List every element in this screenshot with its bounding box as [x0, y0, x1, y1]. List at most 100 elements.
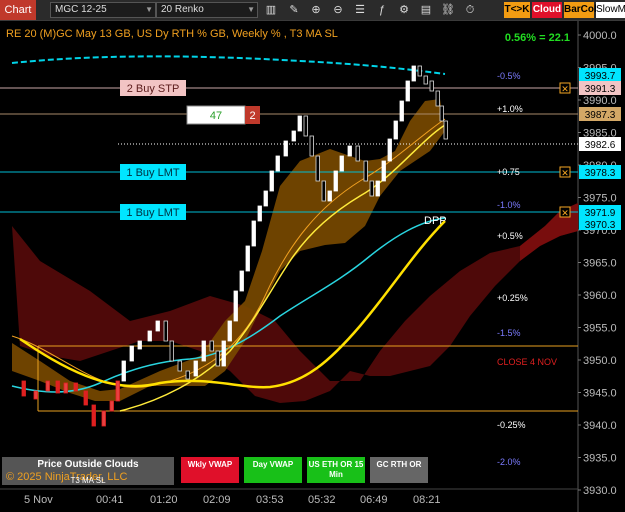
instrument-selector[interactable]: MGC 12-25 ▼ — [50, 2, 156, 18]
strategies-icon[interactable]: ⚙ — [397, 3, 411, 17]
renko-brick — [423, 75, 428, 85]
renko-brick — [239, 270, 244, 292]
last-price-badge: 3982.6 — [579, 137, 621, 151]
weekly-vwap-button[interactable]: Wkly VWAP — [181, 457, 239, 483]
buy-lmt-price-badge-1: 3978.3 — [579, 165, 621, 179]
renko-brick — [257, 205, 262, 222]
price-chart[interactable]: 2 Buy STP 1 Buy LMT 1 Buy LMT 47 2 ✕ ✕ ✕… — [0, 21, 625, 512]
cancel-order-icon[interactable]: ✕ — [559, 166, 571, 178]
dpp-label: DPP — [424, 215, 447, 227]
us-eth-or-button[interactable]: US ETH OR 15 Min — [307, 457, 365, 483]
bar-type-icon[interactable]: ▥ — [264, 3, 278, 17]
buy-lmt-order-label-2[interactable]: 1 Buy LMT — [120, 204, 186, 220]
level-pct-label: -0.25% — [497, 420, 526, 430]
level-pct-label: +0.25% — [497, 293, 528, 303]
renko-brick — [435, 90, 440, 107]
renko-brick — [163, 320, 168, 342]
templates-icon[interactable]: ▤ — [419, 3, 433, 17]
gc-rth-or-button[interactable]: GC RTH OR — [370, 457, 428, 483]
renko-brick — [221, 340, 226, 367]
renko-brick — [147, 330, 152, 342]
slowm-toggle-button[interactable]: SlowM — [596, 2, 625, 18]
level-pct-label: +0.5% — [497, 231, 523, 241]
price-axis-label: 3990.0 — [583, 95, 617, 107]
copyright-text: © 2025 NinjaTrader, LLC — [6, 471, 127, 483]
renko-brick — [209, 340, 214, 352]
cancel-order-icon[interactable]: ✕ — [559, 206, 571, 218]
price-axis-label: 3965.0 — [583, 258, 617, 270]
buy-stp-label-text: 2 Buy STP — [127, 83, 180, 95]
renko-brick — [393, 120, 398, 140]
price-outside-clouds-legend: Price Outside Clouds © 2025 NinjaTrader,… — [2, 457, 174, 485]
renko-brick — [233, 290, 238, 322]
interval-selector[interactable]: 20 Renko ▼ — [156, 2, 258, 18]
time-axis-label: 05:32 — [308, 494, 336, 506]
renko-brick — [321, 180, 326, 202]
price-axis-label: 3950.0 — [583, 355, 617, 367]
renko-brick — [283, 140, 288, 157]
drawing-tools-icon[interactable]: ✎ — [287, 3, 301, 17]
chevron-down-icon: ▼ — [247, 5, 255, 14]
instrument-value: MGC 12-25 — [55, 4, 107, 15]
price-axis-label: 3960.0 — [583, 290, 617, 302]
indicators-icon[interactable]: ƒ — [375, 3, 389, 17]
level-pct-label: +1.0% — [497, 104, 523, 114]
svg-text:✕: ✕ — [561, 208, 569, 218]
position-box[interactable]: 47 2 — [186, 105, 260, 125]
price-axis-label: 3945.0 — [583, 388, 617, 400]
zoom-out-icon[interactable]: ⊖ — [331, 3, 345, 17]
tk-toggle-button[interactable]: T<>K — [504, 2, 530, 18]
buy-stp-order-label[interactable]: 2 Buy STP — [120, 80, 186, 96]
price-axis-label: 3975.0 — [583, 193, 617, 205]
day-vwap-button[interactable]: Day VWAP — [244, 457, 302, 483]
svg-text:3991.3: 3991.3 — [585, 84, 616, 95]
close-prior-day-label: CLOSE 4 NOV — [497, 357, 557, 367]
cloud-toggle-button[interactable]: Cloud — [532, 2, 562, 18]
renko-brick — [309, 135, 314, 157]
price-axis-label: 3935.0 — [583, 453, 617, 465]
renko-brick — [101, 410, 106, 427]
renko-brick — [55, 380, 60, 394]
renko-brick — [275, 155, 280, 172]
barcol-toggle-button[interactable]: BarCol — [564, 2, 597, 18]
renko-brick — [169, 340, 174, 362]
renko-brick — [129, 345, 134, 362]
buy-lmt-order-label-1[interactable]: 1 Buy LMT — [120, 164, 186, 180]
price-axis[interactable]: 4000.03995.03990.03985.03980.03975.03970… — [578, 30, 617, 497]
renko-brick — [339, 155, 344, 172]
chart-tab-label[interactable]: Chart — [0, 0, 36, 20]
target-price-badge: 3987.3 — [579, 107, 621, 121]
svg-text:✕: ✕ — [561, 168, 569, 178]
position-pnl-ticks: 47 — [210, 110, 222, 122]
renko-brick — [63, 382, 68, 394]
zoom-in-icon[interactable]: ⊕ — [309, 3, 323, 17]
time-axis-label: 03:53 — [256, 494, 284, 506]
cancel-order-icon[interactable]: ✕ — [559, 82, 571, 94]
renko-brick — [439, 105, 444, 122]
renko-brick — [443, 120, 448, 140]
renko-brick — [369, 180, 374, 197]
price-axis-label: 3940.0 — [583, 420, 617, 432]
renko-brick — [269, 170, 274, 192]
renko-brick — [347, 145, 352, 157]
svg-text:3982.6: 3982.6 — [585, 140, 616, 151]
time-axis-label: 02:09 — [203, 494, 231, 506]
buy-lmt-label-text-1: 1 Buy LMT — [126, 167, 179, 179]
renko-brick — [33, 390, 38, 400]
time-axis-label: 00:41 — [96, 494, 124, 506]
renko-brick — [429, 80, 434, 92]
svg-text:3978.3: 3978.3 — [585, 168, 616, 179]
buy-lmt-label-text-2: 1 Buy LMT — [126, 207, 179, 219]
instrument-link-icon[interactable]: ⛓ — [441, 3, 455, 17]
svg-text:3970.3: 3970.3 — [585, 220, 616, 231]
price-axis-label: 4000.0 — [583, 30, 617, 42]
properties-icon[interactable]: ☰ — [353, 3, 367, 17]
renko-brick — [21, 380, 26, 397]
renko-brick — [263, 190, 268, 207]
renko-brick — [417, 65, 422, 77]
percent-change-readout: 0.56% = 22.1 — [505, 32, 570, 44]
interval-link-icon[interactable]: ⏱ — [463, 3, 477, 17]
renko-brick — [399, 100, 404, 122]
level-pct-label: -2.0% — [497, 457, 521, 467]
interval-value: 20 Renko — [161, 4, 204, 15]
